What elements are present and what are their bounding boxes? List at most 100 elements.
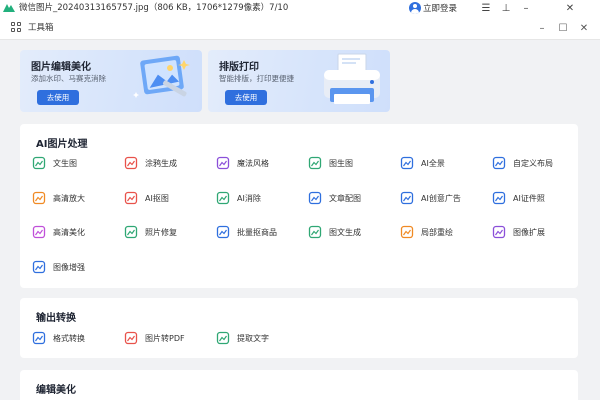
- tool-label: 高清美化: [53, 227, 85, 237]
- image-to-image-icon: [308, 156, 322, 170]
- tool-item[interactable]: AI消除: [216, 190, 261, 206]
- section-title: AI图片处理: [36, 139, 88, 150]
- tool-label: 图文生成: [329, 227, 361, 237]
- banner-title: 图片编辑美化: [31, 62, 91, 73]
- banner-subtitle: 智能排版，打印更便捷: [219, 74, 294, 83]
- window-title: 微信图片_20240313165757.jpg（806 KB，1706*1279…: [19, 3, 289, 13]
- toolbox-minimize-button[interactable]: –: [534, 20, 550, 36]
- custom-layout-icon: [492, 156, 506, 170]
- tool-item[interactable]: 图片转PDF: [124, 330, 185, 346]
- tool-item[interactable]: 局部重绘: [400, 224, 453, 240]
- print-go-button[interactable]: 去使用: [225, 90, 267, 105]
- menu-icon: ☰: [481, 2, 491, 14]
- grid-icon: [11, 22, 22, 33]
- tool-label: 图生图: [329, 158, 353, 168]
- photo-repair-icon: [124, 225, 138, 239]
- image-to-pdf-icon: [124, 331, 138, 345]
- image-expand-icon: [492, 225, 506, 239]
- tool-label: 文生图: [53, 158, 77, 168]
- image-edit-go-button[interactable]: 去使用: [37, 90, 79, 105]
- format-convert-icon: [32, 331, 46, 345]
- tool-item[interactable]: 文生图: [32, 155, 77, 171]
- magic-sparkle-icon: [216, 156, 230, 170]
- tool-label: 局部重绘: [421, 227, 453, 237]
- toolbox-close-button[interactable]: ✕: [576, 20, 592, 36]
- partial-redraw-icon: [400, 225, 414, 239]
- tool-label: AI抠图: [145, 193, 169, 203]
- tool-item[interactable]: 照片修复: [124, 224, 177, 240]
- tool-label: 高清放大: [53, 193, 85, 203]
- creative-ad-icon: [400, 191, 414, 205]
- tool-label: 格式转换: [53, 333, 85, 343]
- tool-item[interactable]: 自定义布局: [492, 155, 553, 171]
- banner-subtitle: 添加水印、马赛克消除: [31, 74, 106, 83]
- login-button[interactable]: 立即登录: [409, 1, 457, 15]
- tool-item[interactable]: 图生图: [308, 155, 353, 171]
- tool-label: 图像扩展: [513, 227, 545, 237]
- section-output-convert: 输出转换 格式转换 图片转PDF 提取文字: [20, 298, 578, 358]
- pin-button[interactable]: ⊥: [496, 0, 516, 16]
- tool-label: 提取文字: [237, 333, 269, 343]
- banner-image-edit[interactable]: 图片编辑美化 添加水印、马赛克消除 去使用: [20, 50, 202, 112]
- tool-item[interactable]: 涂鸦生成: [124, 155, 177, 171]
- tool-item[interactable]: AI全景: [400, 155, 445, 171]
- user-avatar-icon: [409, 2, 421, 14]
- tool-label: 文章配图: [329, 193, 361, 203]
- toolbox-title: 工具箱: [28, 23, 54, 33]
- window-close-button[interactable]: ✕: [560, 0, 580, 16]
- image-edit-illustration-icon: [133, 55, 190, 98]
- toolbox-header: 工具箱 – ☐ ✕: [0, 16, 600, 40]
- app-logo-icon: [3, 4, 15, 12]
- section-title: 输出转换: [36, 313, 76, 324]
- pin-icon: ⊥: [501, 2, 511, 14]
- cutout-icon: [124, 191, 138, 205]
- beautify-icon: [32, 225, 46, 239]
- erase-icon: [216, 191, 230, 205]
- batch-cutout-icon: [216, 225, 230, 239]
- tool-item[interactable]: 格式转换: [32, 330, 85, 346]
- tool-item[interactable]: 批量抠商品: [216, 224, 277, 240]
- tool-item[interactable]: AI证件照: [492, 190, 545, 206]
- tool-item[interactable]: 图像增强: [32, 259, 85, 275]
- window-titlebar: 微信图片_20240313165757.jpg（806 KB，1706*1279…: [0, 0, 600, 16]
- tool-item[interactable]: 提取文字: [216, 330, 269, 346]
- menu-button[interactable]: ☰: [476, 0, 496, 16]
- section-title: 编辑美化: [36, 385, 76, 396]
- tool-item[interactable]: 文章配图: [308, 190, 361, 206]
- extract-text-icon: [216, 331, 230, 345]
- tool-label: 图像增强: [53, 262, 85, 272]
- tool-label: 涂鸦生成: [145, 158, 177, 168]
- maximize-icon: ☐: [558, 22, 568, 34]
- tool-label: 照片修复: [145, 227, 177, 237]
- image-text-icon: [308, 225, 322, 239]
- tool-item[interactable]: 图像扩展: [492, 224, 545, 240]
- tool-item[interactable]: 高清美化: [32, 224, 85, 240]
- tool-label: 批量抠商品: [237, 227, 277, 237]
- banner-print[interactable]: 排版打印 智能排版，打印更便捷 去使用: [208, 50, 390, 112]
- login-label: 立即登录: [423, 4, 458, 14]
- banner-title: 排版打印: [219, 62, 259, 73]
- tool-label: AI创意广告: [421, 193, 461, 203]
- text-to-image-icon: [32, 156, 46, 170]
- tool-label: AI证件照: [513, 193, 545, 203]
- close-icon: ✕: [565, 2, 575, 14]
- enhance-4k-icon: [32, 260, 46, 274]
- minimize-icon: –: [523, 2, 529, 14]
- tool-item[interactable]: 图文生成: [308, 224, 361, 240]
- tool-label: AI全景: [421, 158, 445, 168]
- tool-item[interactable]: AI抠图: [124, 190, 169, 206]
- tool-label: 图片转PDF: [145, 333, 185, 343]
- tool-label: 自定义布局: [513, 158, 553, 168]
- tool-item[interactable]: 魔法风格: [216, 155, 269, 171]
- article-image-icon: [308, 191, 322, 205]
- minimize-icon: –: [539, 22, 545, 34]
- section-edit-beautify: 编辑美化: [20, 370, 578, 400]
- tool-item[interactable]: 高清放大: [32, 190, 85, 206]
- toolbox-maximize-button[interactable]: ☐: [555, 20, 571, 36]
- close-icon: ✕: [579, 22, 589, 34]
- printer-illustration-icon: [324, 53, 380, 104]
- tool-item[interactable]: AI创意广告: [400, 190, 461, 206]
- window-minimize-button[interactable]: –: [516, 0, 536, 16]
- upscale-icon: [32, 191, 46, 205]
- panorama-icon: [400, 156, 414, 170]
